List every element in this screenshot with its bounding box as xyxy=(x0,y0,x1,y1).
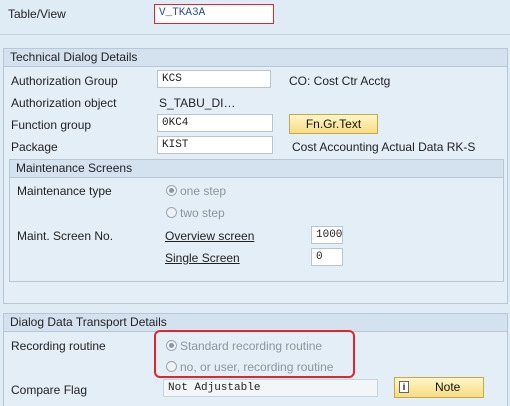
package-label: Package xyxy=(11,140,58,154)
function-group-field[interactable]: 0KC4 xyxy=(157,114,273,132)
function-group-label: Function group xyxy=(11,118,92,132)
maintenance-type-label: Maintenance type xyxy=(17,184,112,198)
auth-group-label: Authorization Group xyxy=(11,74,118,88)
single-screen-field[interactable]: 0 xyxy=(311,248,343,266)
info-icon: i xyxy=(399,381,409,393)
divider xyxy=(0,34,510,35)
note-label: Note xyxy=(435,380,461,394)
compare-flag-field: Not Adjustable xyxy=(163,379,378,397)
single-screen-link[interactable]: Single Screen xyxy=(165,251,240,265)
standard-recording-label: Standard recording routine xyxy=(180,339,323,353)
overview-screen-field[interactable]: 1000 xyxy=(311,226,343,244)
no-recording-radio[interactable] xyxy=(166,361,177,372)
package-description: Cost Accounting Actual Data RK-S xyxy=(292,140,476,154)
maintenance-screens-group: Maintenance Screens xyxy=(9,159,504,282)
compare-flag-label: Compare Flag xyxy=(11,383,88,397)
two-step-label: two step xyxy=(180,206,225,220)
auth-object-value: S_TABU_DI… xyxy=(159,96,236,110)
note-button[interactable]: i Note xyxy=(394,377,484,398)
table-view-label: Table/View xyxy=(8,7,66,21)
overview-screen-link[interactable]: Overview screen xyxy=(165,229,254,243)
table-view-field[interactable]: V_TKA3A xyxy=(154,4,274,24)
no-recording-label: no, or user, recording routine xyxy=(180,360,334,374)
maint-screen-no-label: Maint. Screen No. xyxy=(17,229,114,243)
package-field[interactable]: KIST xyxy=(157,136,273,154)
auth-group-field[interactable]: KCS xyxy=(157,70,271,88)
standard-recording-radio[interactable] xyxy=(166,340,177,351)
one-step-label: one step xyxy=(180,184,227,198)
technical-dialog-title: Technical Dialog Details xyxy=(4,49,507,67)
one-step-radio[interactable] xyxy=(166,185,177,196)
recording-routine-label: Recording routine xyxy=(11,339,106,353)
two-step-radio[interactable] xyxy=(166,207,177,218)
auth-object-label: Authorization object xyxy=(11,96,117,110)
auth-group-description: CO: Cost Ctr Acctg xyxy=(289,74,391,88)
fn-gr-text-button[interactable]: Fn.Gr.Text xyxy=(289,114,378,134)
maintenance-screens-title: Maintenance Screens xyxy=(10,160,503,178)
